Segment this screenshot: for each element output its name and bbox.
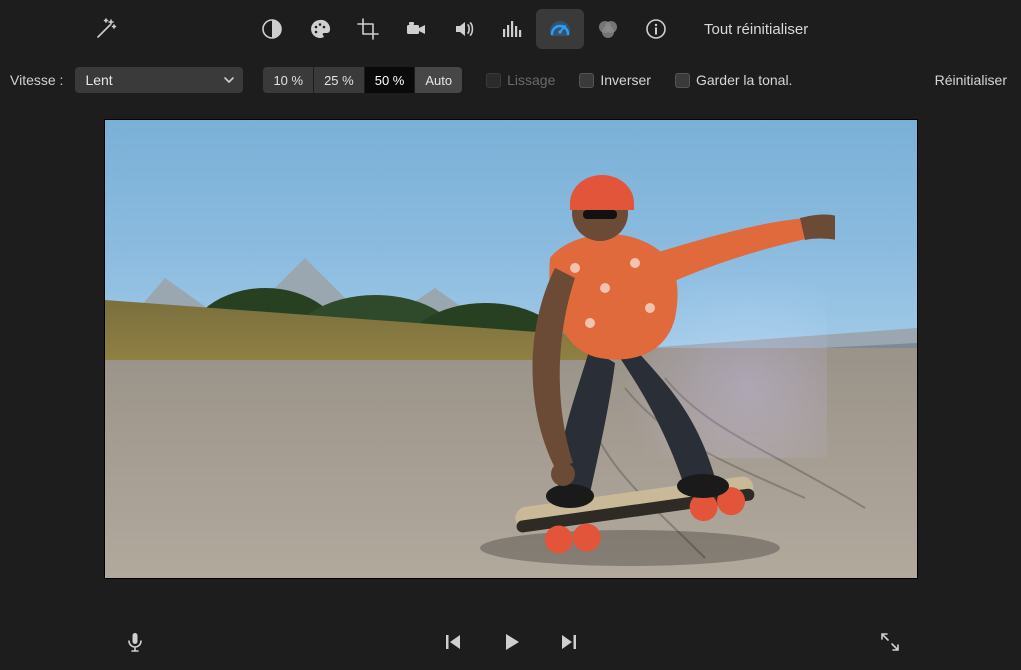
speed-auto-button[interactable]: Auto	[415, 67, 462, 93]
palette-icon	[308, 17, 332, 41]
crop-button[interactable]	[344, 9, 392, 49]
chevron-down-icon	[223, 74, 235, 86]
checkbox-box	[486, 73, 501, 88]
smoothing-label: Lissage	[507, 72, 555, 88]
stabilize-button[interactable]	[392, 9, 440, 49]
reverse-checkbox[interactable]: Inverser	[579, 72, 651, 88]
play-icon	[499, 630, 523, 654]
playback-controls	[438, 627, 584, 657]
overlap-circles-icon	[596, 17, 620, 41]
magic-wand-icon	[94, 17, 118, 41]
reverse-label: Inverser	[600, 72, 651, 88]
microphone-icon	[123, 630, 147, 654]
info-button[interactable]	[632, 9, 680, 49]
speed-10pct-button[interactable]: 10 %	[263, 67, 314, 93]
color-palette-button[interactable]	[296, 9, 344, 49]
contrast-icon	[260, 17, 284, 41]
fullscreen-button[interactable]	[875, 627, 905, 657]
next-frame-icon	[557, 630, 581, 654]
preview-skater	[405, 148, 835, 578]
speed-50pct-button[interactable]: 50 %	[365, 67, 416, 93]
info-icon	[644, 17, 668, 41]
volume-icon	[452, 17, 476, 41]
speed-preset-value: Lent	[85, 72, 112, 88]
fullscreen-icon	[878, 630, 902, 654]
magic-wand-button[interactable]	[82, 9, 130, 49]
preview-area	[0, 102, 1021, 614]
next-frame-button[interactable]	[554, 627, 584, 657]
preserve-pitch-label: Garder la tonal.	[696, 72, 793, 88]
voiceover-mic-button[interactable]	[120, 627, 150, 657]
speed-25pct-button[interactable]: 25 %	[314, 67, 365, 93]
video-preview[interactable]	[105, 120, 917, 578]
gauge-icon	[548, 17, 572, 41]
checkbox-box	[579, 73, 594, 88]
previous-frame-icon	[441, 630, 465, 654]
previous-frame-button[interactable]	[438, 627, 468, 657]
speed-button[interactable]	[536, 9, 584, 49]
reset-all-button[interactable]: Tout réinitialiser	[704, 21, 808, 38]
speed-percent-segmented: 10 % 25 % 50 % Auto	[263, 67, 462, 93]
equalizer-button[interactable]	[488, 9, 536, 49]
play-button[interactable]	[496, 627, 526, 657]
reset-speed-button[interactable]: Réinitialiser	[935, 72, 1007, 88]
speed-label: Vitesse :	[10, 72, 63, 88]
transport-bar	[0, 614, 1021, 670]
app-root: Tout réinitialiser Vitesse : Lent 10 % 2…	[0, 0, 1021, 670]
crop-icon	[356, 17, 380, 41]
filters-button[interactable]	[584, 9, 632, 49]
camera-icon	[404, 17, 428, 41]
smoothing-checkbox[interactable]: Lissage	[486, 72, 555, 88]
contrast-button[interactable]	[248, 9, 296, 49]
adjustments-toolbar: Tout réinitialiser	[0, 0, 1021, 58]
checkbox-box	[675, 73, 690, 88]
equalizer-icon	[500, 17, 524, 41]
preserve-pitch-checkbox[interactable]: Garder la tonal.	[675, 72, 793, 88]
speed-preset-dropdown[interactable]: Lent	[75, 67, 243, 93]
volume-button[interactable]	[440, 9, 488, 49]
speed-controls-bar: Vitesse : Lent 10 % 25 % 50 % Auto Lissa…	[0, 58, 1021, 102]
